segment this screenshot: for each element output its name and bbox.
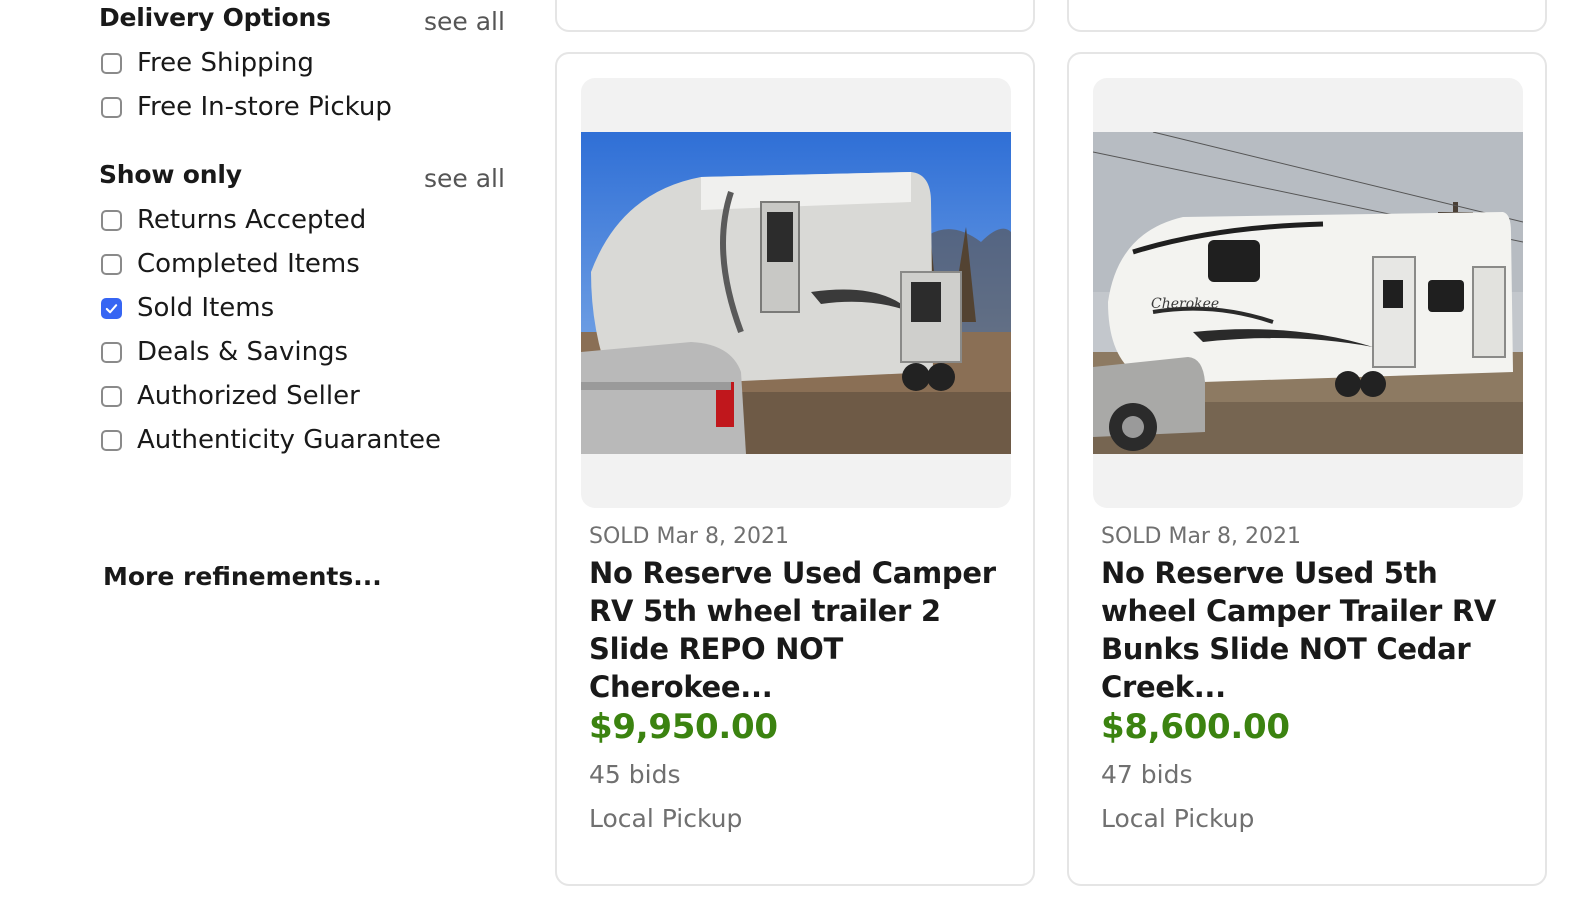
delivery-method: Local Pickup [589,804,743,833]
filter-label: Sold Items [137,293,275,323]
listing-price: $9,950.00 [589,707,778,747]
listing-title-link[interactable]: No Reserve Used Camper RV 5th wheel trai… [589,554,999,706]
listing-image[interactable]: Cherokee [1093,78,1523,508]
sold-date: SOLD Mar 8, 2021 [1101,524,1301,549]
refinements-sidebar: Delivery Options see all Free Shipping F… [0,0,520,904]
show-only-see-all-link[interactable]: see all [424,164,505,193]
search-results-page: Delivery Options see all Free Shipping F… [0,0,1574,904]
filter-label: Free Shipping [137,48,314,78]
delivery-method: Local Pickup [1101,804,1255,833]
delivery-options-see-all-link[interactable]: see all [424,7,505,36]
filter-completed-items[interactable]: Completed Items [101,249,360,279]
filter-authenticity-guarantee[interactable]: Authenticity Guarantee [101,425,441,455]
listing-card[interactable]: SOLD Mar 8, 2021 No Reserve Used Camper … [555,52,1035,886]
delivery-options-heading: Delivery Options [99,3,331,32]
filter-sold-items[interactable]: Sold Items [101,293,274,323]
checkbox-completed-items[interactable] [101,253,122,275]
filter-free-instore-pickup[interactable]: Free In-store Pickup [101,92,392,122]
filter-authorized-seller[interactable]: Authorized Seller [101,381,360,411]
listing-card[interactable]: Cherokee SOLD Mar 8, 2021 No Reserve Use… [1067,52,1547,886]
filter-label: Free In-store Pickup [137,92,392,122]
listing-price: $8,600.00 [1101,707,1290,747]
checkmark-icon [105,303,118,313]
checkbox-free-shipping[interactable] [101,52,122,74]
camper-rv-photo-icon [581,132,1011,454]
filter-deals-savings[interactable]: Deals & Savings [101,337,348,367]
bid-count: 45 bids [589,760,681,789]
checkbox-authorized-seller[interactable] [101,385,122,407]
checkbox-sold-items[interactable] [101,297,122,319]
filter-label: Authorized Seller [137,381,360,411]
filter-free-shipping[interactable]: Free Shipping [101,48,314,78]
sold-date: SOLD Mar 8, 2021 [589,524,789,549]
bid-count: 47 bids [1101,760,1193,789]
show-only-heading: Show only [99,160,242,189]
checkbox-free-instore-pickup[interactable] [101,96,122,118]
rv-brand-text: Cherokee [1151,296,1219,312]
camper-rv-photo-icon: Cherokee [1093,132,1523,454]
filter-label: Authenticity Guarantee [137,425,442,455]
listing-card-previous[interactable] [1067,0,1547,32]
filter-label: Completed Items [137,249,360,279]
checkbox-returns-accepted[interactable] [101,209,122,231]
listing-title-link[interactable]: No Reserve Used 5th wheel Camper Trailer… [1101,554,1511,706]
filter-returns-accepted[interactable]: Returns Accepted [101,205,366,235]
filter-label: Deals & Savings [137,337,349,367]
checkbox-deals-savings[interactable] [101,341,122,363]
listing-image[interactable] [581,78,1011,508]
checkbox-authenticity-guarantee[interactable] [101,429,122,451]
filter-label: Returns Accepted [137,205,367,235]
listing-card-previous[interactable] [555,0,1035,32]
more-refinements-link[interactable]: More refinements... [103,562,382,591]
